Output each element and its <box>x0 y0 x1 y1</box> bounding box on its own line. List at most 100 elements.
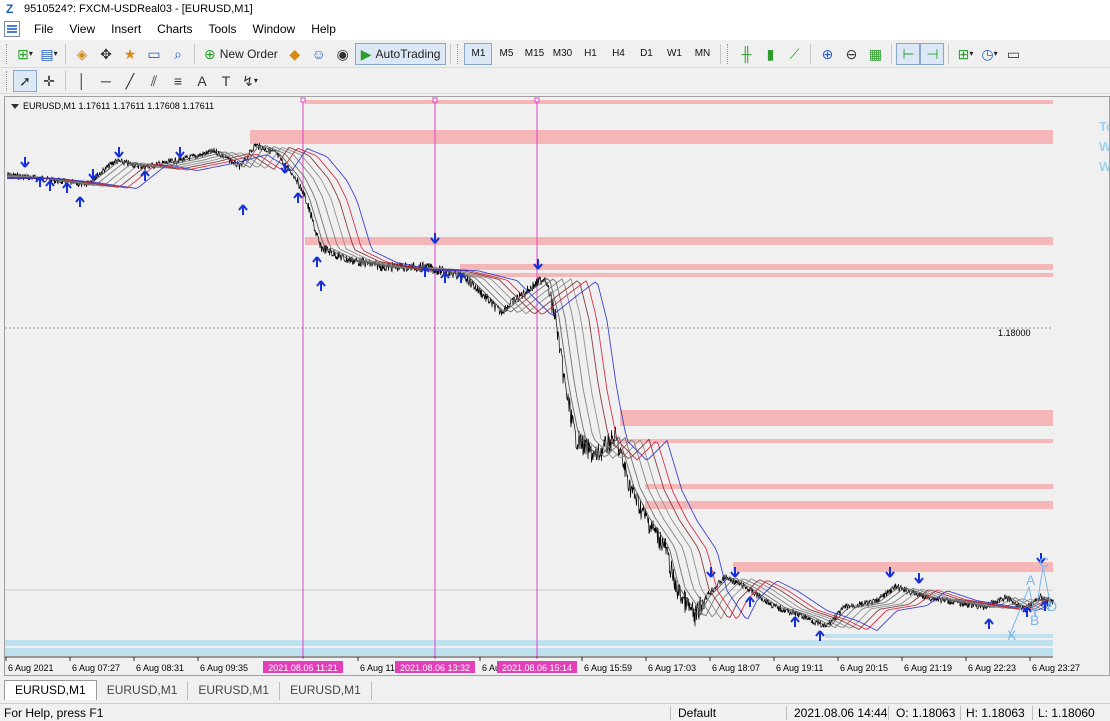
crosshair-icon: ✛ <box>43 72 55 89</box>
status-datetime: 2021.08.06 14:44 <box>794 706 888 720</box>
cursor-tool-button[interactable]: ➚ <box>13 69 37 92</box>
status-divider <box>888 706 889 720</box>
support-zone <box>5 640 1053 646</box>
zoom-in-icon: ⊕ <box>821 45 834 62</box>
metaeditor-icon: ◆ <box>289 45 301 62</box>
menu-tools[interactable]: Tools <box>201 18 245 40</box>
menu-file[interactable]: File <box>26 18 61 40</box>
toolbar-grip[interactable] <box>6 70 9 91</box>
chart-window-icon[interactable] <box>4 21 20 37</box>
equidistant-channel-button[interactable]: ⫽ <box>142 70 166 92</box>
zoom-in-button[interactable]: ⊕ <box>815 43 839 65</box>
signals-button[interactable]: ◉ <box>331 43 355 65</box>
bar-chart-icon: ╫ <box>741 45 752 62</box>
chart-tab[interactable]: EURUSD,M1 <box>188 682 281 700</box>
toolbar-separator <box>450 43 452 64</box>
fractal-arrow-icon <box>745 596 755 607</box>
price-chart[interactable]: 1.18000 CA BD X To WW 6 Aug 2021 6 Aug 07:27 6 A… <box>5 97 1110 676</box>
collapse-triangle-icon[interactable] <box>11 103 19 109</box>
status-divider <box>670 706 671 720</box>
market-watch-button[interactable]: ◈ <box>70 43 94 65</box>
vertical-line-icon: │ <box>77 72 87 89</box>
menu-charts[interactable]: Charts <box>149 18 200 40</box>
resistance-zone <box>645 484 1053 489</box>
timeframe-w1-button[interactable]: W1 <box>660 43 688 65</box>
timeframe-mn-button[interactable]: MN <box>688 43 716 65</box>
menu-window[interactable]: Window <box>245 18 304 40</box>
periods-button[interactable]: ◷ ▾ <box>977 43 1001 65</box>
text-a-icon: A <box>197 72 207 89</box>
chart-tab[interactable]: EURUSD,M1 <box>4 680 97 700</box>
toolbar-grip[interactable] <box>6 43 9 64</box>
timeframe-d1-button[interactable]: D1 <box>632 43 660 65</box>
line-chart-icon: ⟋ <box>789 45 800 62</box>
star-folder-icon: ★ <box>123 45 137 62</box>
timeframe-h1-button[interactable]: H1 <box>576 43 604 65</box>
metaeditor-button[interactable]: ◆ <box>283 43 307 65</box>
status-bar: For Help, press F1 Default 2021.08.06 14… <box>0 703 1110 721</box>
chart-window[interactable]: 1.18000 CA BD X To WW 6 Aug 2021 6 Aug 07:27 6 A… <box>4 96 1110 676</box>
status-divider <box>786 706 787 720</box>
crosshair-tool-button[interactable]: ✛ <box>37 70 61 92</box>
navigator-button[interactable]: ★ <box>118 43 142 65</box>
templates-button[interactable]: ▭ <box>1001 43 1025 65</box>
resistance-zone <box>733 562 1053 572</box>
terminal-button[interactable]: ▭ <box>142 43 166 65</box>
zoom-out-button[interactable]: ⊖ <box>839 43 863 65</box>
community-button[interactable]: ☺ <box>307 43 331 65</box>
pattern-point-label: D <box>1047 598 1057 614</box>
timeframe-m1-button[interactable]: M1 <box>464 42 493 65</box>
toolbar-grip[interactable] <box>727 43 730 64</box>
resistance-zone <box>645 501 1053 509</box>
candlestick-icon: ▮ <box>766 45 775 62</box>
fractal-arrow-icon <box>293 192 303 203</box>
horizontal-line-button[interactable]: ─ <box>94 70 118 92</box>
cursor-arrow-icon: ➚ <box>19 72 31 89</box>
line-chart-button[interactable]: ⟋ <box>782 43 806 65</box>
bar-chart-button[interactable]: ╫ <box>734 43 758 65</box>
support-zone <box>5 648 1053 656</box>
menu-bar: File View Insert Charts Tools Window Hel… <box>0 18 1110 40</box>
toolbar-separator <box>194 43 195 64</box>
menu-help[interactable]: Help <box>303 18 344 40</box>
text-tool-button[interactable]: A <box>190 70 214 92</box>
tile-windows-button[interactable]: ▦ <box>863 43 887 65</box>
new-chart-button[interactable]: ⊞ ▾ <box>13 43 37 65</box>
auto-scroll-button[interactable]: ⊢ <box>896 42 921 65</box>
fractal-arrow-icon <box>316 280 326 291</box>
new-order-button[interactable]: ⊕ New Order <box>199 43 283 65</box>
chart-shift-button[interactable]: ⊣ <box>920 42 945 65</box>
toolbar-separator <box>65 70 66 91</box>
indicators-button[interactable]: ⊞ ▾ <box>953 43 977 65</box>
moving-average-line <box>7 147 1052 629</box>
timeframe-m5-button[interactable]: M5 <box>492 43 520 65</box>
strategy-tester-button[interactable]: ⌕ <box>166 43 190 65</box>
vertical-line-time-label: 2021.08.06 15:14 <box>502 663 572 673</box>
menu-view[interactable]: View <box>61 18 103 40</box>
status-open: O: 1.18063 <box>896 706 956 720</box>
fibonacci-button[interactable]: ≡ <box>166 70 190 92</box>
text-label-button[interactable]: T <box>214 70 238 92</box>
pattern-point-label: B <box>1030 612 1039 628</box>
vertical-line-button[interactable]: │ <box>70 70 94 92</box>
support-zone <box>825 634 1053 638</box>
profiles-button[interactable]: ▤ ▾ <box>37 43 61 65</box>
chart-symbol-info: EURUSD,M1 1.17611 1.17611 1.17608 1.1761… <box>23 101 215 111</box>
timeframe-m15-button[interactable]: M15 <box>520 43 548 65</box>
fractal-arrow-icon <box>62 182 72 193</box>
trendline-button[interactable]: ╱ <box>118 70 142 92</box>
new-order-icon: ⊕ <box>204 45 216 62</box>
arrows-button[interactable]: ↯ ▾ <box>238 70 262 92</box>
timeframe-h4-button[interactable]: H4 <box>604 43 632 65</box>
timeframe-m30-button[interactable]: M30 <box>548 43 576 65</box>
data-window-button[interactable]: ✥ <box>94 43 118 65</box>
chart-tab[interactable]: EURUSD,M1 <box>280 682 372 700</box>
chart-tab[interactable]: EURUSD,M1 <box>97 682 189 700</box>
time-label: 6 Aug 09:35 <box>200 663 248 673</box>
toolbar-grip[interactable] <box>457 43 460 64</box>
toolbar-separator <box>891 43 893 64</box>
toolbar-separator <box>720 43 722 64</box>
menu-insert[interactable]: Insert <box>103 18 149 40</box>
candlestick-button[interactable]: ▮ <box>758 43 782 65</box>
autotrading-button[interactable]: ▶ AutoTrading <box>354 42 447 65</box>
